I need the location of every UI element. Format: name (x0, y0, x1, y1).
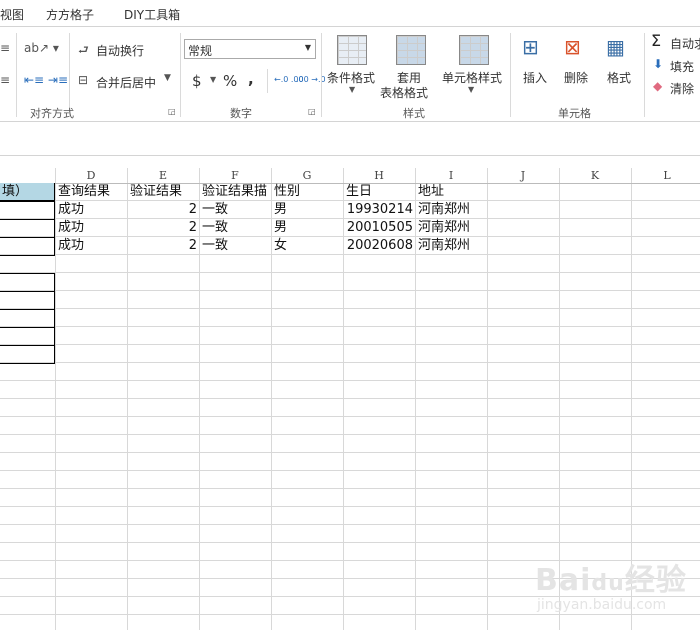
insert-button[interactable]: 插入 (523, 69, 547, 86)
align-icon[interactable]: ≡ (0, 41, 10, 55)
group-label-alignment: 对齐方式 (30, 107, 74, 120)
comma-button[interactable]: , (248, 70, 254, 88)
number-format-select[interactable]: 常规 ▼ (184, 39, 316, 59)
indent-icons[interactable]: ⇤≡ ⇥≡ (24, 73, 68, 87)
merge-icon: ⊟ (78, 73, 89, 87)
currency-button[interactable]: $ (192, 72, 202, 90)
ribbon: ≡ ≡ ab↗ ▾ ⇤≡ ⇥≡ ⮐ 自动换行 ⊟ 合并后居中 ▼ 对齐方式 ◲ … (0, 26, 700, 122)
bordered-cell[interactable] (0, 237, 55, 256)
merge-center-button[interactable]: 合并后居中 (96, 74, 156, 91)
cell-g2[interactable]: 男 (272, 201, 343, 219)
tab-view[interactable]: 视图 (0, 6, 24, 23)
cell-g1[interactable]: 性别 (272, 183, 343, 201)
conditional-format-button[interactable]: 条件格式 (327, 69, 375, 86)
bordered-cell[interactable] (0, 291, 55, 310)
table-format-label[interactable]: 表格格式 (380, 84, 428, 101)
cell-e4[interactable]: 2 (128, 237, 199, 255)
orientation-icon[interactable]: ab↗ ▾ (24, 41, 59, 55)
tab-diy[interactable]: DIY工具箱 (124, 6, 180, 23)
group-label-styles: 样式 (403, 107, 425, 120)
dialog-launcher-icon[interactable]: ◲ (168, 107, 176, 116)
group-label-number: 数字 (230, 107, 252, 120)
group-label-cells: 单元格 (558, 107, 591, 120)
align-right-icon[interactable]: ≡ (0, 73, 10, 87)
format-icon: ▦ (606, 35, 625, 59)
cell-h2[interactable]: 19930214 (344, 201, 415, 219)
delete-icon: ⊠ (564, 35, 581, 59)
cell-c1[interactable]: 填） (0, 183, 55, 201)
bordered-cell[interactable] (0, 219, 55, 238)
cell-f1[interactable]: 验证结果描 (200, 183, 272, 201)
wrap-text-icon: ⮐ (78, 43, 89, 57)
cell-h3[interactable]: 20010505 (344, 219, 415, 237)
cell-i1[interactable]: 地址 (416, 183, 487, 201)
format-button[interactable]: 格式 (607, 69, 631, 86)
cell-g4[interactable]: 女 (272, 237, 343, 255)
bordered-cell[interactable] (0, 201, 55, 220)
cell-f3[interactable]: 一致 (200, 219, 272, 237)
column-header-h[interactable]: H (343, 168, 415, 183)
cell-styles-button[interactable]: 单元格样式 (442, 69, 502, 86)
eraser-icon: ◆ (653, 79, 663, 93)
bordered-cell[interactable] (0, 309, 55, 328)
cell-f4[interactable]: 一致 (200, 237, 272, 255)
table-format-icon (396, 35, 426, 65)
fill-icon: ⬇ (653, 57, 664, 71)
column-header-f[interactable]: F (199, 168, 271, 183)
column-header-e[interactable]: E (127, 168, 199, 183)
cell-h4[interactable]: 20020608 (344, 237, 415, 255)
percent-button[interactable]: % (223, 72, 237, 90)
fill-button[interactable]: 填充 (670, 58, 694, 75)
bordered-cell[interactable] (0, 345, 55, 364)
cell-i3[interactable]: 河南郑州 (416, 219, 487, 237)
cell-e3[interactable]: 2 (128, 219, 199, 237)
sum-icon: Σ (651, 31, 662, 50)
cell-i4[interactable]: 河南郑州 (416, 237, 487, 255)
column-header-i[interactable]: I (415, 168, 487, 183)
chevron-down-icon[interactable]: ▼ (468, 85, 474, 94)
column-header-k[interactable]: K (559, 168, 631, 183)
watermark-logo: Baidu经验 (535, 563, 687, 598)
column-divider (487, 168, 488, 630)
cell-h1[interactable]: 生日 (344, 183, 415, 201)
chevron-down-icon[interactable]: ▼ (210, 75, 216, 84)
cell-e1[interactable]: 验证结果 (128, 183, 199, 201)
wrap-text-button[interactable]: 自动换行 (96, 42, 144, 59)
cell-d3[interactable]: 成功 (56, 219, 127, 237)
cell-i2[interactable]: 河南郑州 (416, 201, 487, 219)
column-header-l[interactable]: L (631, 168, 700, 183)
conditional-format-icon (337, 35, 367, 65)
insert-icon: ⊞ (522, 35, 539, 59)
column-header-d[interactable]: D (55, 168, 127, 183)
chevron-down-icon[interactable]: ▼ (349, 85, 355, 94)
cell-g3[interactable]: 男 (272, 219, 343, 237)
cell-d1[interactable]: 查询结果 (56, 183, 127, 201)
bordered-cell[interactable] (0, 273, 55, 292)
chevron-down-icon[interactable]: ▼ (164, 73, 171, 83)
cell-f2[interactable]: 一致 (200, 201, 272, 219)
dialog-launcher-icon[interactable]: ◲ (308, 107, 316, 116)
cell-d4[interactable]: 成功 (56, 237, 127, 255)
cell-styles-icon (459, 35, 489, 65)
column-header-j[interactable]: J (487, 168, 559, 183)
autosum-button[interactable]: 自动求 (670, 35, 700, 52)
column-header-g[interactable]: G (271, 168, 343, 183)
clear-button[interactable]: 清除 (670, 80, 694, 97)
cell-e2[interactable]: 2 (128, 201, 199, 219)
formula-bar-border (0, 155, 700, 156)
watermark-url: jingyan.baidu.com (537, 597, 667, 613)
delete-button[interactable]: 删除 (564, 69, 588, 86)
tab-fangfang[interactable]: 方方格子 (46, 6, 94, 23)
bordered-cell[interactable] (0, 327, 55, 346)
cell-d2[interactable]: 成功 (56, 201, 127, 219)
